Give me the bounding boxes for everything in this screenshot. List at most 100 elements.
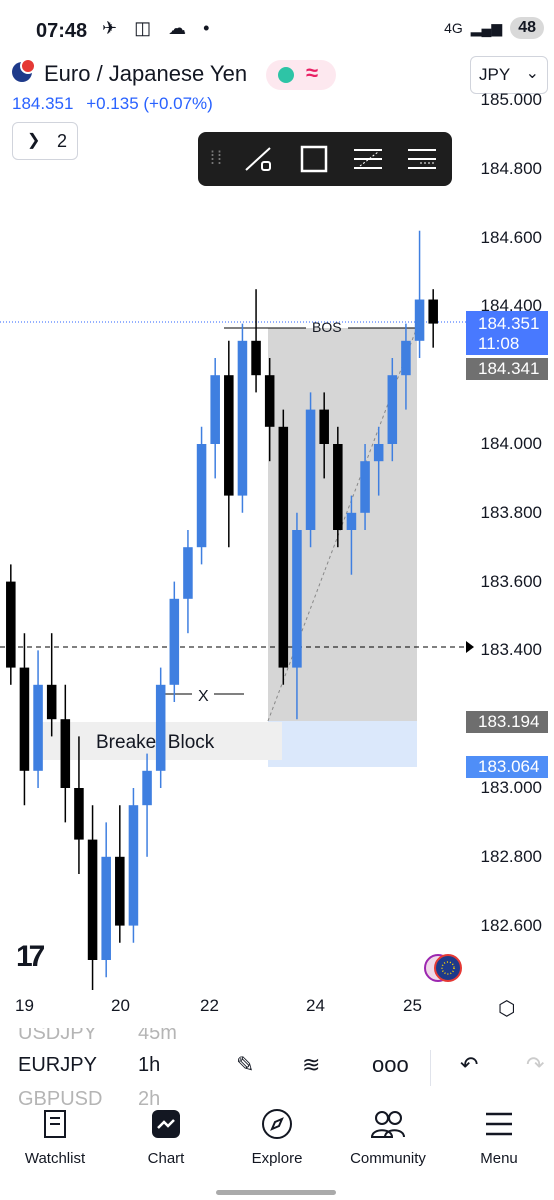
candle-body — [142, 770, 152, 806]
price-chart[interactable]: BOS X Breaker Block — [0, 100, 554, 990]
wave-icon: ≈ — [306, 60, 319, 85]
time-label: 25 — [403, 996, 422, 1015]
block-bottom-tag: 183.064 — [466, 756, 548, 778]
candle-body — [196, 444, 207, 548]
candle-body — [101, 856, 111, 960]
current-price-tag: 184.351 11:08 — [466, 311, 548, 355]
candle-body — [292, 530, 302, 668]
candle-body — [115, 856, 125, 926]
bar-countdown: 11:08 — [478, 334, 520, 353]
trend-line-icon[interactable] — [242, 144, 274, 174]
bos-label[interactable]: BOS — [312, 319, 342, 335]
price-axis-label: 182.600 — [480, 915, 542, 935]
nav-label: Menu — [480, 1150, 518, 1167]
candle-body — [319, 409, 329, 444]
market-status-pill[interactable] — [266, 60, 336, 90]
price-axis-label: 184.000 — [480, 434, 542, 453]
nav-label: Watchlist — [24, 1150, 86, 1167]
nav-watchlist[interactable]: Watchlist — [0, 1106, 110, 1167]
symbol-item[interactable]: GBPUSD — [18, 1088, 102, 1106]
nav-label: Community — [350, 1150, 426, 1167]
current-price-value: 184.351 — [478, 314, 540, 333]
battery-indicator: 48 — [510, 17, 544, 39]
market-open-icon — [278, 67, 294, 83]
candle-body — [74, 788, 84, 840]
more-icon[interactable]: ooo — [372, 1052, 409, 1078]
price-axis-label: 182.800 — [480, 846, 542, 866]
drawing-toolbar[interactable]: ⁞⁞ — [198, 132, 452, 186]
currency-select[interactable]: JPY ⌄ — [470, 56, 548, 94]
drawings-icon[interactable]: ≋ — [302, 1052, 320, 1078]
chevron-down-icon: ⌄ — [525, 65, 539, 82]
candle-body — [210, 375, 220, 444]
bottom-nav: Watchlist Chart Explore Community Menu — [0, 1106, 554, 1172]
pitchfork-icon[interactable] — [406, 144, 438, 174]
tradingview-logo: 17 — [16, 940, 45, 973]
symbol-interval: 2h — [138, 1088, 161, 1106]
price-axis-label: 183.800 — [480, 502, 542, 522]
fib-retracement-icon[interactable] — [352, 144, 384, 174]
candle-body — [387, 375, 398, 444]
candle-body — [346, 512, 357, 530]
nav-explore[interactable]: Explore — [222, 1106, 332, 1167]
x-label[interactable]: X — [198, 688, 209, 705]
active-symbol[interactable]: EURJPY — [18, 1054, 97, 1077]
nav-label: Explore — [251, 1150, 303, 1167]
candle-body — [428, 299, 438, 324]
candle-body — [333, 444, 343, 530]
rectangle-icon[interactable] — [298, 144, 330, 174]
menu-icon — [444, 1106, 554, 1142]
candle-body — [305, 409, 316, 530]
symbol-flag-icon — [12, 58, 36, 82]
candle-body — [155, 684, 166, 771]
settings-icon[interactable]: ⬡ — [498, 996, 515, 1021]
eu-flag-icon[interactable] — [424, 952, 464, 984]
home-indicator[interactable] — [216, 1190, 336, 1195]
candle-body — [33, 684, 43, 771]
undo-icon[interactable]: ↶ — [460, 1052, 478, 1078]
symbol-item[interactable]: USDJPY — [18, 1028, 97, 1045]
breaker-block-label[interactable]: Breaker Block — [96, 732, 215, 753]
compass-icon — [222, 1106, 332, 1142]
candle-body — [169, 598, 180, 685]
time-label: 20 — [111, 996, 130, 1015]
high-price-tag: 184.341 — [466, 358, 548, 380]
candle-body — [373, 444, 384, 462]
breaker-zone-right[interactable] — [268, 721, 417, 767]
candle-body — [6, 581, 16, 668]
price-axis-label: 183.400 — [480, 640, 542, 660]
candle-body — [251, 340, 261, 376]
candle-body — [46, 684, 57, 720]
time-label: 24 — [306, 996, 325, 1015]
candle-body — [224, 375, 234, 496]
candle-body — [278, 426, 289, 668]
nav-chart[interactable]: Chart — [111, 1106, 221, 1167]
nav-menu[interactable]: Menu — [444, 1106, 554, 1167]
time-label: 22 — [200, 996, 219, 1015]
status-time: 07:48 — [36, 20, 88, 42]
price-axis-label: 184.800 — [480, 158, 542, 178]
price-axis-label: 183.600 — [480, 571, 542, 591]
time-axis[interactable]: 19 20 22 24 25 — [0, 992, 554, 1022]
price-axis-label: 183.000 — [480, 778, 542, 797]
price-axis-label: 184.600 — [480, 227, 542, 247]
nav-community[interactable]: Community — [333, 1106, 443, 1167]
candle-body — [87, 839, 98, 960]
pencil-icon[interactable]: ✎ — [236, 1052, 254, 1078]
candle-body — [60, 719, 71, 788]
notification-icons: ✈ ◫ ☁ • — [102, 18, 216, 38]
drag-handle-icon[interactable]: ⁞⁞ — [210, 148, 224, 169]
chart-icon — [111, 1106, 221, 1142]
signal-icon: ▂▄▆ — [470, 19, 503, 36]
candle-body — [128, 805, 139, 926]
candle-body — [237, 340, 248, 496]
community-icon — [333, 1106, 443, 1142]
price-axis-label: 185.000 — [480, 90, 542, 109]
redo-icon[interactable]: ↷ — [526, 1052, 544, 1078]
candle-body — [264, 375, 275, 427]
symbol-name[interactable]: Euro / Japanese Yen — [44, 61, 247, 87]
time-label: 19 — [15, 996, 34, 1015]
symbol-interval: 45m — [138, 1028, 177, 1044]
active-interval[interactable]: 1h — [138, 1054, 160, 1077]
currency-label: JPY — [479, 65, 511, 84]
